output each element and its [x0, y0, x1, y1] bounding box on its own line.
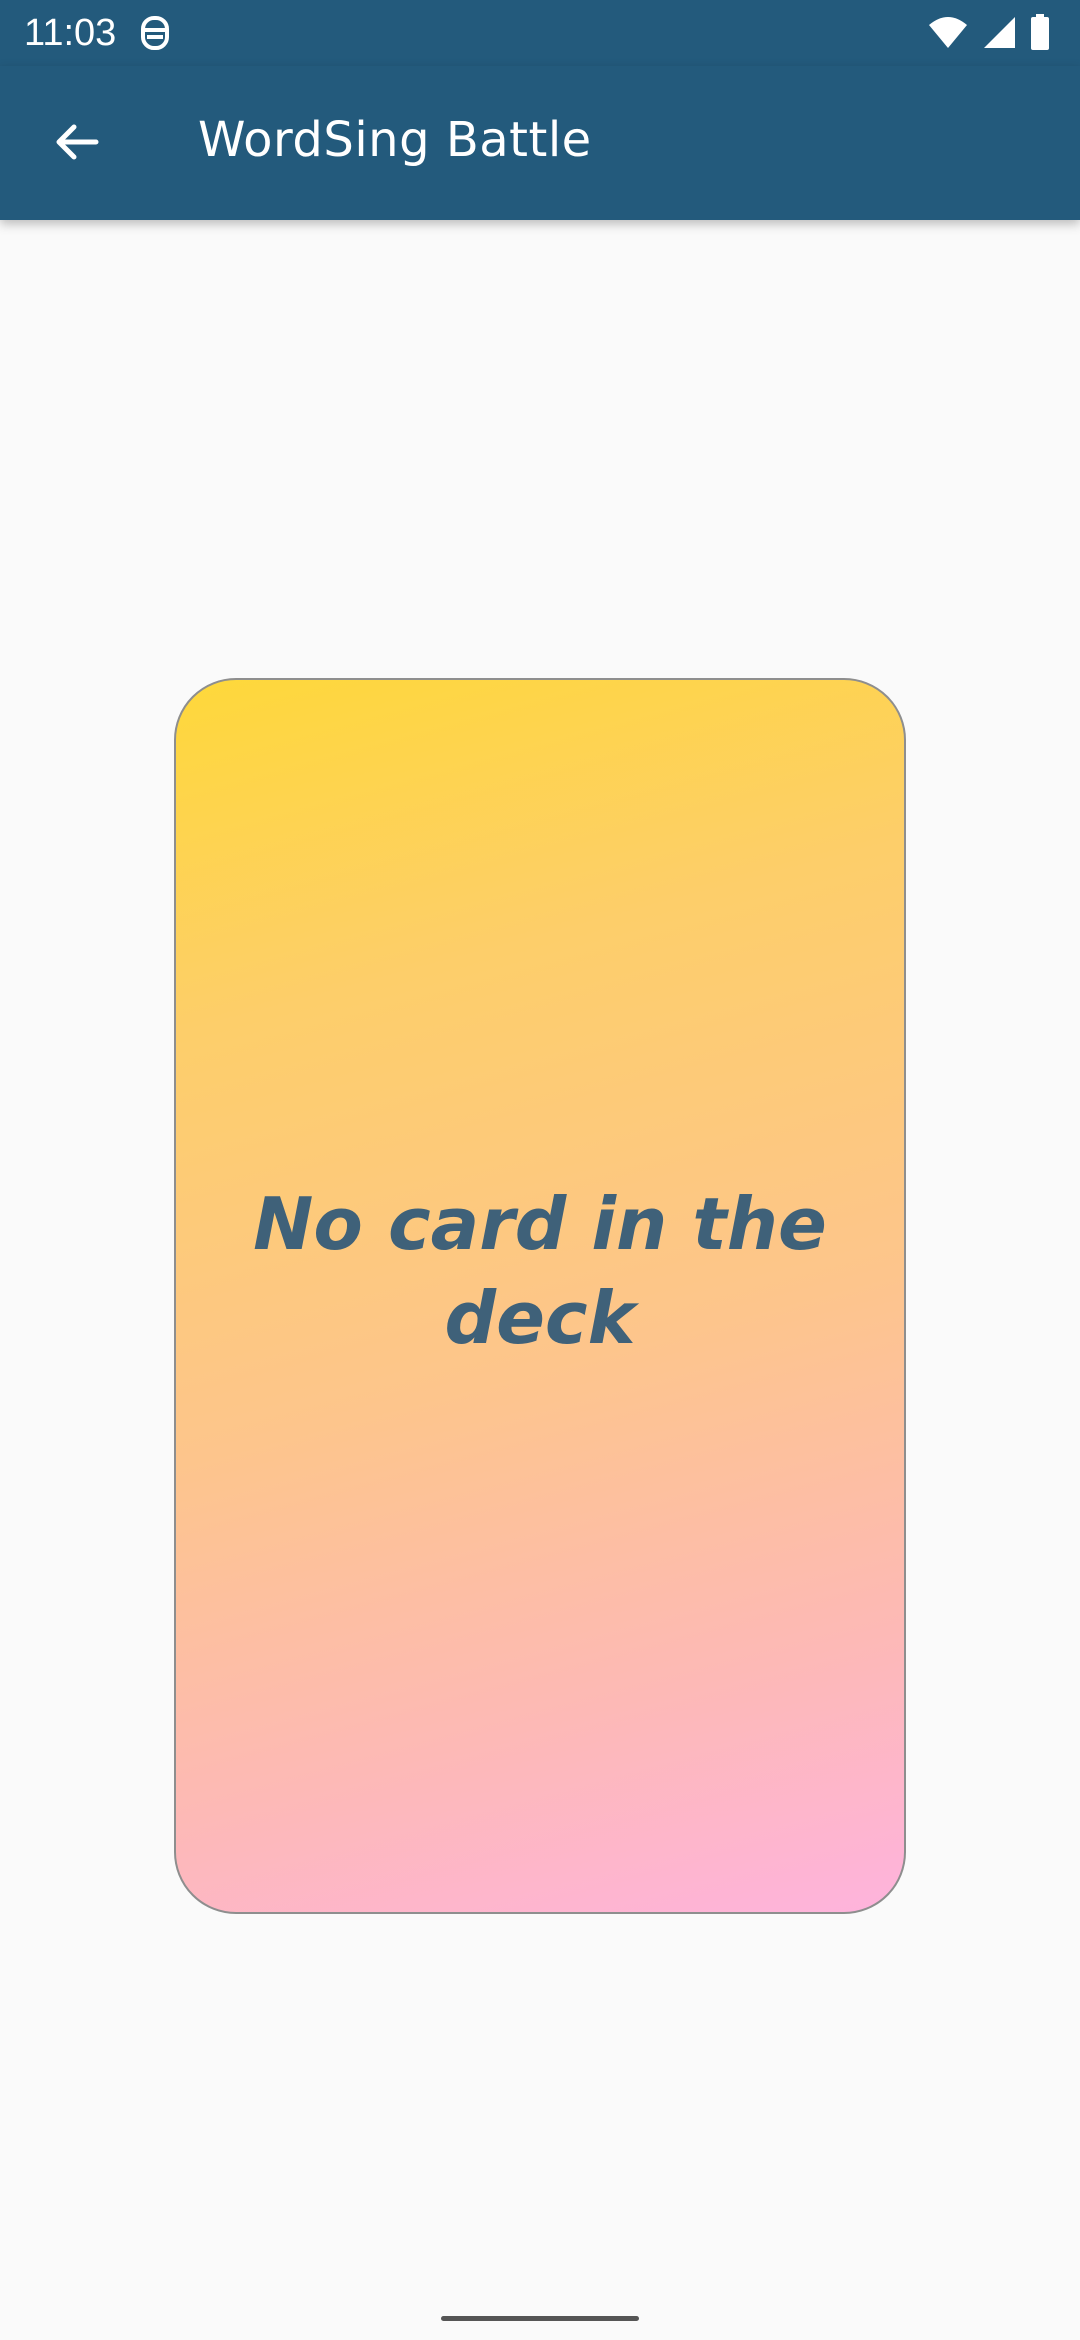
home-indicator[interactable] — [441, 2316, 639, 2321]
battery-icon — [1030, 14, 1050, 54]
status-time: 11:03 — [24, 12, 117, 54]
empty-deck-message: No card in the deck — [253, 1182, 827, 1360]
deck-card[interactable]: No card in the deck — [174, 678, 906, 1914]
back-button[interactable] — [36, 104, 116, 184]
signal-icon — [982, 15, 1016, 53]
app-bar: WordSing Battle — [0, 66, 1080, 220]
status-bar: 11:03 — [0, 0, 1080, 66]
wifi-icon — [928, 15, 968, 53]
notification-icon — [138, 14, 172, 54]
status-icons — [928, 14, 1050, 54]
page-title: WordSing Battle — [198, 112, 592, 168]
arrow-back-icon — [52, 118, 100, 170]
